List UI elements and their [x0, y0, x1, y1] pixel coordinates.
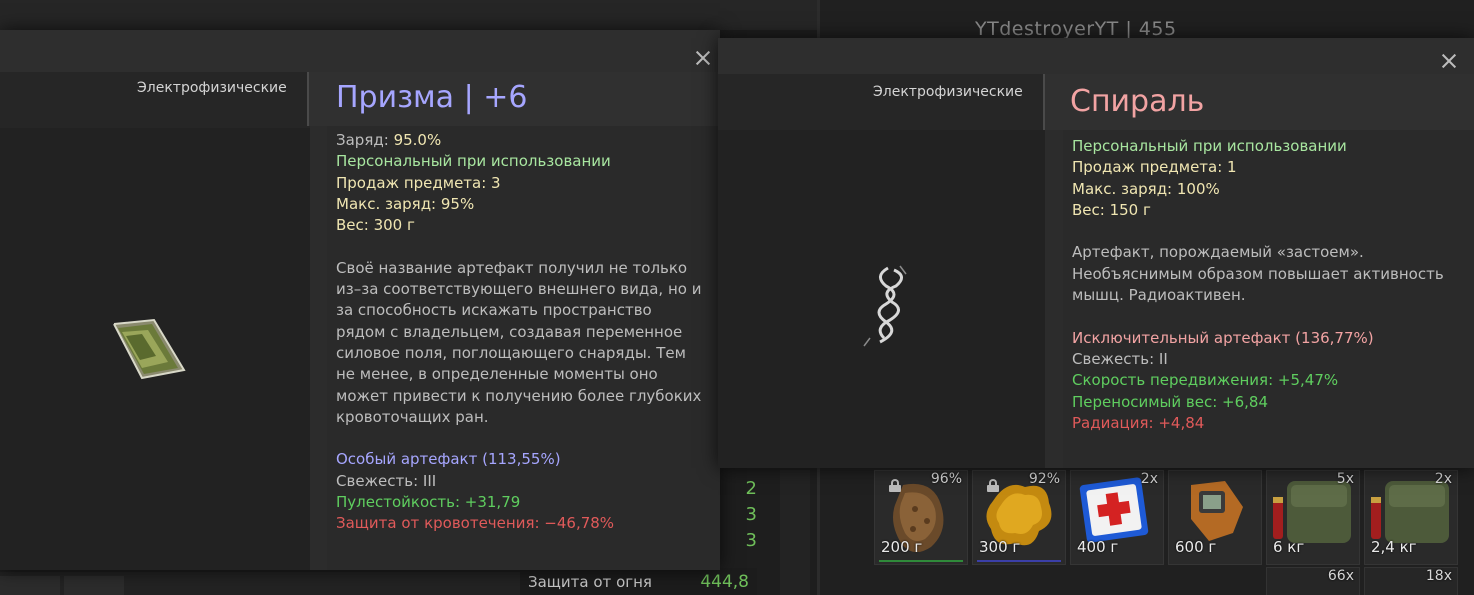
close-icon[interactable]: [1441, 53, 1457, 69]
item-weight: 200 г: [881, 538, 923, 556]
item-weight: Вес: 300 г: [336, 216, 415, 235]
description-line: не менее, в определенные моменты оно: [336, 365, 658, 384]
title-bar: Призма | +6: [307, 72, 720, 126]
charge-value: 95.0%: [393, 131, 442, 149]
item-popup-spiral: Электрофизические Спираль Персональный п…: [718, 38, 1474, 468]
inventory-slot[interactable]: 18x: [1364, 567, 1458, 595]
inventory-slot[interactable]: 92% 300 г: [972, 470, 1066, 565]
item-count: 5x: [1336, 471, 1354, 487]
item-popup-prism: Электрофизические Призма | +6 Заряд: 95.…: [0, 30, 720, 570]
description-line: Артефакт, порождаемый «застоем».: [1072, 243, 1364, 262]
carry-weight-stat: Переносимый вес: +6,84: [1072, 392, 1269, 411]
popup-header: [718, 38, 1474, 74]
fire-protection-row: Защита от огня 444,8: [520, 568, 757, 595]
item-weight: Вес: 150 г: [1072, 200, 1151, 219]
description-line: силовое поля, поглощающего снаряды. Тем: [336, 343, 686, 362]
item-weight: 6 кг: [1273, 538, 1305, 556]
description-line: Необъяснимым образом повышает активность: [1072, 264, 1444, 283]
move-speed-stat: Скорость передвижения: +5,47%: [1072, 371, 1339, 390]
item-weight: 300 г: [979, 538, 1021, 556]
popup-header: [0, 30, 720, 72]
rarity-line: Особый артефакт (113,55%): [336, 450, 561, 469]
inventory-slot[interactable]: 600 г: [1168, 470, 1262, 565]
item-info-pane: Персональный при использовании Продаж пр…: [1063, 130, 1474, 468]
bullet-resistance-stat: Пулестойкость: +31,79: [336, 493, 521, 512]
description-line: мышц. Радиоактивен.: [1072, 286, 1246, 305]
fire-protection-label: Защита от огня: [528, 572, 652, 591]
stat-value: 2: [745, 478, 757, 499]
freshness-line: Свежесть: II: [1072, 349, 1168, 368]
bleed-protection-stat: Защита от кровотечения: −46,78%: [336, 514, 615, 533]
item-weight: 2,4 кг: [1371, 538, 1417, 556]
inventory-slot[interactable]: 2x 400 г: [1070, 470, 1164, 565]
inventory-grid: 96% 200 г 92% 300 г 2x 400 г 600 г 5x 6 …: [870, 470, 1474, 595]
item-weight: 600 г: [1175, 538, 1217, 556]
inventory-slot[interactable]: 2x 2,4 кг: [1364, 470, 1458, 565]
stat-value: 3: [745, 530, 757, 551]
lock-icon: [987, 479, 999, 492]
max-charge: Макс. заряд: 95%: [336, 194, 475, 213]
item-count: 18x: [1425, 568, 1452, 584]
item-rarity-bar: [879, 560, 963, 562]
spiral-artifact-icon: [863, 265, 907, 347]
close-icon[interactable]: [695, 50, 711, 66]
player-name: YTdestroyerYT | 455: [975, 18, 1177, 40]
fire-protection-value: 444,8: [700, 571, 749, 592]
equipment-slot[interactable]: [64, 576, 124, 595]
item-info-pane: Заряд: 95.0% Персональный при использова…: [327, 126, 720, 570]
charge-label: Заряд:: [336, 131, 389, 149]
item-title: Призма | +6: [336, 80, 528, 115]
freshness-line: Свежесть: III: [336, 471, 437, 490]
lock-icon: [889, 479, 901, 492]
item-weight: 400 г: [1077, 538, 1119, 556]
stat-values: 2 3 3: [735, 478, 757, 556]
item-category: Электрофизические: [873, 84, 1023, 100]
prism-artifact-icon: [113, 318, 186, 380]
item-category: Электрофизические: [137, 80, 287, 96]
rarity-line: Исключительный артефакт (136,77%): [1072, 328, 1374, 347]
item-count: 2x: [1140, 471, 1158, 487]
description-line: за способность искажать пространство: [336, 301, 652, 320]
item-image-pane: Электрофизические: [718, 74, 1045, 468]
description-line: может привести к получению более глубоки…: [336, 386, 702, 405]
item-condition: 96%: [930, 471, 962, 487]
personal-use: Персональный при использовании: [1072, 137, 1347, 155]
charge-line: Заряд: 95.0%: [336, 130, 701, 151]
description-line: из–за соответствующего внешнего вида, но…: [336, 280, 702, 299]
personal-use: Персональный при использовании: [336, 152, 611, 171]
description-line: кровоточащих ран.: [336, 407, 489, 426]
title-bar: Спираль: [1043, 74, 1474, 130]
item-title: Спираль: [1070, 84, 1205, 119]
radiation-stat: Радиация: +4,84: [1072, 413, 1205, 432]
inventory-slot[interactable]: 5x 6 кг: [1266, 470, 1360, 565]
item-count: 2x: [1434, 471, 1452, 487]
inventory-scroll-column: [780, 470, 810, 595]
item-image-pane: Электрофизические: [0, 72, 310, 570]
description-line: Своё название артефакт получил не только: [336, 258, 688, 277]
equipment-slot[interactable]: [0, 576, 60, 595]
item-rarity-bar: [977, 560, 1061, 562]
max-charge: Макс. заряд: 100%: [1072, 179, 1220, 198]
sales-count: Продаж предмета: 1: [1072, 158, 1237, 177]
stat-value: 3: [745, 504, 757, 525]
sales-count: Продаж предмета: 3: [336, 173, 501, 192]
item-condition: 92%: [1028, 471, 1060, 487]
inventory-slot[interactable]: 96% 200 г: [874, 470, 968, 565]
item-count: 66x: [1327, 568, 1354, 584]
description-line: рядом с владельцем, создавая переменное: [336, 322, 683, 341]
inventory-slot[interactable]: 66x: [1266, 567, 1360, 595]
